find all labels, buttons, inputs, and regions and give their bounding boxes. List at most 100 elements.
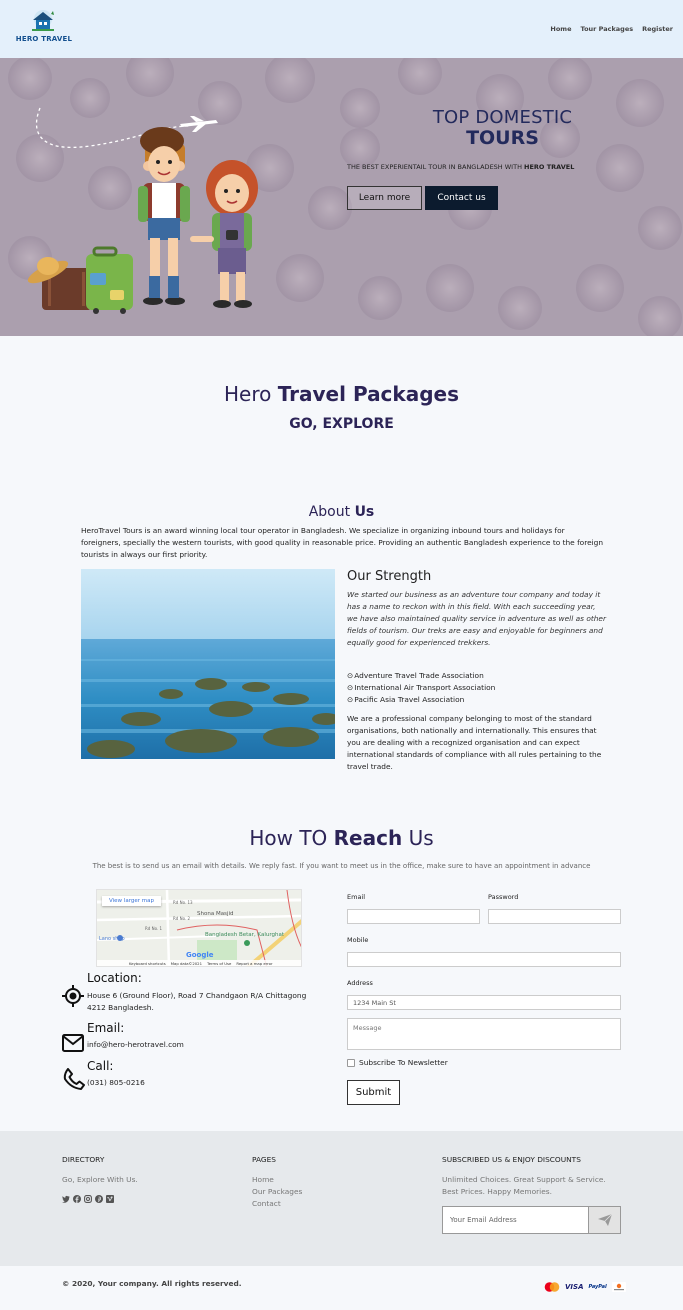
vimeo-icon[interactable]: [106, 1195, 114, 1203]
hero-title-line2: TOURS: [466, 127, 539, 149]
send-button[interactable]: [588, 1207, 620, 1233]
association-item: Pacific Asia Travel Association: [347, 694, 495, 706]
location-map[interactable]: Rd No. 13 Shona Masjid Rd No. 2 Rd No. 1…: [96, 889, 302, 967]
password-field-label: Password: [488, 893, 519, 901]
professional-text: We are a professional company belonging …: [347, 714, 602, 771]
newsletter-email-placeholder: Your Email Address: [450, 1216, 517, 1224]
hero-title-line1: TOP DOMESTIC: [432, 107, 573, 128]
address-field[interactable]: 1234 Main St: [347, 995, 621, 1010]
map-data-text: Map data©2021: [170, 960, 203, 966]
map-label: Lano shop: [99, 936, 125, 942]
subscribe-checkbox-label: Subscribe To Newsletter: [359, 1058, 448, 1067]
map-label: Bangladesh Betar, Kalurghat: [205, 932, 285, 938]
email-label: Email:: [87, 1021, 125, 1035]
directory-heading: DIRECTORY: [62, 1155, 105, 1164]
hero-subtitle-brand: HERO TRAVEL: [524, 163, 575, 171]
address-field-label: Address: [347, 979, 373, 987]
main-nav: Home Tour Packages Register: [550, 25, 673, 33]
reach-title: How TO Reach Us: [0, 826, 683, 850]
mastercard-icon: [544, 1282, 560, 1292]
paper-plane-icon: [597, 1214, 612, 1226]
phone-icon: [63, 1068, 85, 1090]
view-larger-map-link[interactable]: View larger map: [102, 896, 161, 906]
subscribe-checkbox[interactable]: [347, 1059, 355, 1067]
visa-icon: VISA: [565, 1283, 584, 1291]
location-label: Location:: [87, 971, 142, 985]
report-map-error-link[interactable]: Report a map error: [236, 961, 272, 966]
sea-rocks-image: [81, 569, 335, 759]
newsletter-email-input[interactable]: Your Email Address: [442, 1206, 621, 1234]
instagram-icon[interactable]: [84, 1195, 92, 1203]
reach-subtitle: The best is to send us an email with det…: [92, 862, 591, 870]
house-logo-icon: [32, 10, 54, 31]
nav-home[interactable]: Home: [550, 25, 571, 33]
footer: DIRECTORY Go, Explore With Us. PAGES Hom…: [0, 1131, 683, 1266]
about-title-bold: Us: [354, 504, 375, 520]
nav-tour-packages[interactable]: Tour Packages: [581, 25, 634, 33]
reach-title-plain1: How TO: [249, 826, 334, 850]
keyboard-shortcuts-link[interactable]: Keyboard shortcuts: [129, 961, 166, 966]
map-label: Rd No. 1: [145, 926, 163, 931]
top-navbar: HERO TRAVEL Home Tour Packages Register: [0, 0, 683, 58]
footer-link-contact[interactable]: Contact: [252, 1198, 302, 1210]
hero-subtitle-text: THE BEST EXPERIENTAIL TOUR IN BANGLADESH…: [347, 163, 525, 171]
pinterest-icon[interactable]: [95, 1195, 103, 1203]
strength-title: Our Strength: [347, 569, 432, 584]
email-field[interactable]: [347, 909, 480, 924]
envelope-icon: [62, 1034, 84, 1052]
discover-icon: [611, 1282, 626, 1292]
location-value: House 6 (Ground Floor), Road 7 Chandgaon…: [87, 991, 307, 1012]
map-label: Rd No. 2: [173, 916, 191, 921]
logo[interactable]: HERO TRAVEL: [14, 8, 72, 48]
about-text: HeroTravel Tours is an award winning loc…: [81, 526, 604, 559]
strength-description: We started our business as an adventure …: [347, 590, 607, 647]
learn-more-button[interactable]: Learn more: [347, 186, 422, 210]
directory-text: Go, Explore With Us.: [62, 1175, 138, 1184]
associations-list: Adventure Travel Trade Association Inter…: [347, 670, 495, 706]
email-value: info@hero-herotravel.com: [87, 1040, 184, 1049]
email-field-label: Email: [347, 893, 366, 901]
packages-subtitle: GO, EXPLORE: [289, 416, 394, 432]
copyright: © 2020, Your company. All rights reserve…: [62, 1279, 242, 1288]
mobile-field-label: Mobile: [347, 936, 369, 944]
location-target-icon: [62, 985, 84, 1007]
contact-us-button[interactable]: Contact us: [425, 186, 498, 210]
pages-links: Home Our Packages Contact: [252, 1174, 302, 1210]
facebook-icon[interactable]: [73, 1195, 81, 1203]
mobile-field[interactable]: [347, 952, 621, 967]
subscribe-text: Unlimited Choices. Great Support & Servi…: [442, 1175, 606, 1196]
footer-link-our-packages[interactable]: Our Packages: [252, 1186, 302, 1198]
forest-background: [0, 58, 683, 336]
association-item: International Air Transport Association: [347, 682, 495, 694]
terms-of-use-link[interactable]: Terms of Use: [207, 961, 231, 966]
twitter-icon[interactable]: [62, 1195, 70, 1203]
call-value: (031) 805-0216: [87, 1078, 145, 1087]
password-field[interactable]: [488, 909, 621, 924]
hero-title: TOP DOMESTIC TOURS: [420, 107, 585, 149]
packages-title: Hero Travel Packages: [0, 382, 683, 406]
subscribe-heading: SUBSCRIBED US & ENJOY DISCOUNTS: [442, 1155, 581, 1164]
hero-banner: TOP DOMESTIC TOURS THE BEST EXPERIENTAIL…: [0, 58, 683, 336]
submit-button[interactable]: Submit: [347, 1080, 400, 1105]
social-links: [62, 1195, 114, 1203]
nav-register[interactable]: Register: [642, 25, 673, 33]
message-field[interactable]: Message: [347, 1018, 621, 1050]
map-footer: Keyboard shortcuts Map data©2021 Terms o…: [97, 960, 301, 966]
call-label: Call:: [87, 1059, 114, 1073]
pages-heading: PAGES: [252, 1155, 276, 1164]
about-title-plain: About: [308, 504, 355, 520]
paypal-icon: PayPal: [588, 1284, 607, 1290]
map-label: Rd No. 13: [173, 900, 193, 905]
about-title: About Us: [0, 504, 683, 520]
packages-title-plain: Hero: [223, 382, 278, 406]
brand-name: HERO TRAVEL: [15, 35, 73, 43]
google-logo: Google: [186, 951, 214, 959]
hero-subtitle: THE BEST EXPERIENTAIL TOUR IN BANGLADESH…: [347, 163, 574, 171]
reach-title-plain2: Us: [402, 826, 434, 850]
map-label: Shona Masjid: [197, 911, 233, 917]
reach-title-bold: Reach: [333, 826, 403, 850]
association-item: Adventure Travel Trade Association: [347, 670, 495, 682]
payment-methods: VISA PayPal: [544, 1282, 626, 1292]
packages-title-bold: Travel Packages: [277, 382, 459, 406]
footer-link-home[interactable]: Home: [252, 1174, 302, 1186]
